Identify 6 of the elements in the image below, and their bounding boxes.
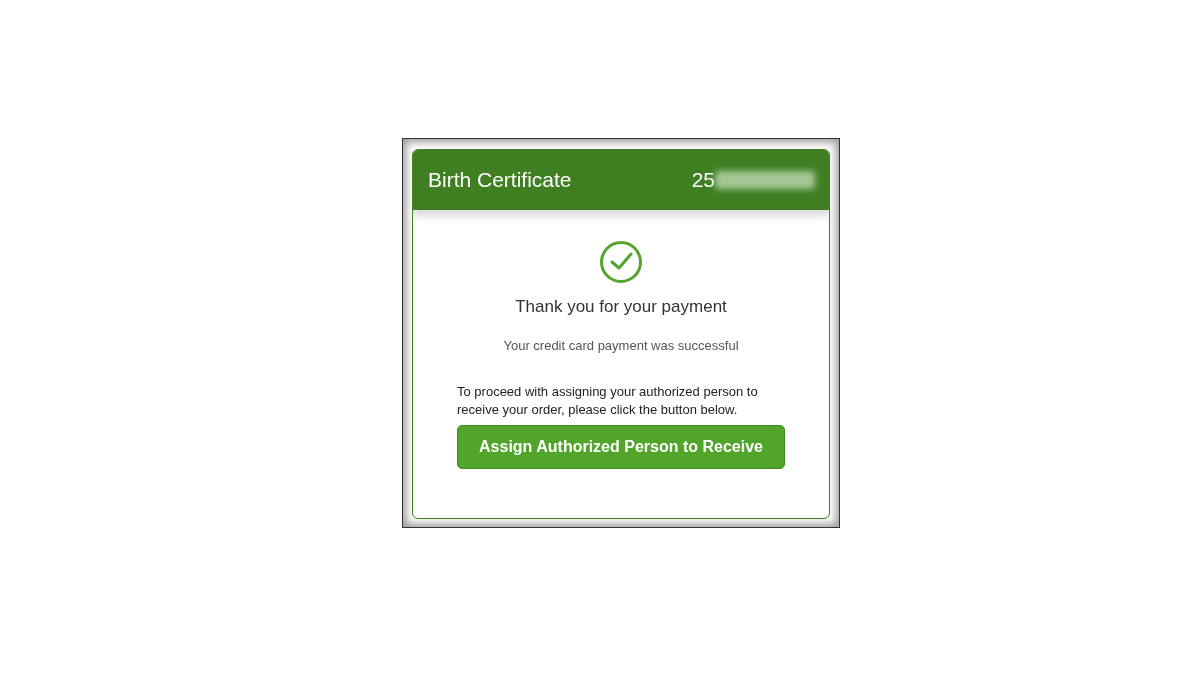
success-message: Your credit card payment was successful xyxy=(503,336,739,355)
assign-button[interactable]: Assign Authorized Person to Receive xyxy=(457,425,785,470)
instruction-text: To proceed with assigning your authorized person to receive your order, please click the button below. xyxy=(457,383,759,420)
card-title: Birth Certificate xyxy=(428,167,572,194)
success-heading: Thank you for your payment xyxy=(515,296,727,318)
order-number: 25 xyxy=(691,167,715,194)
